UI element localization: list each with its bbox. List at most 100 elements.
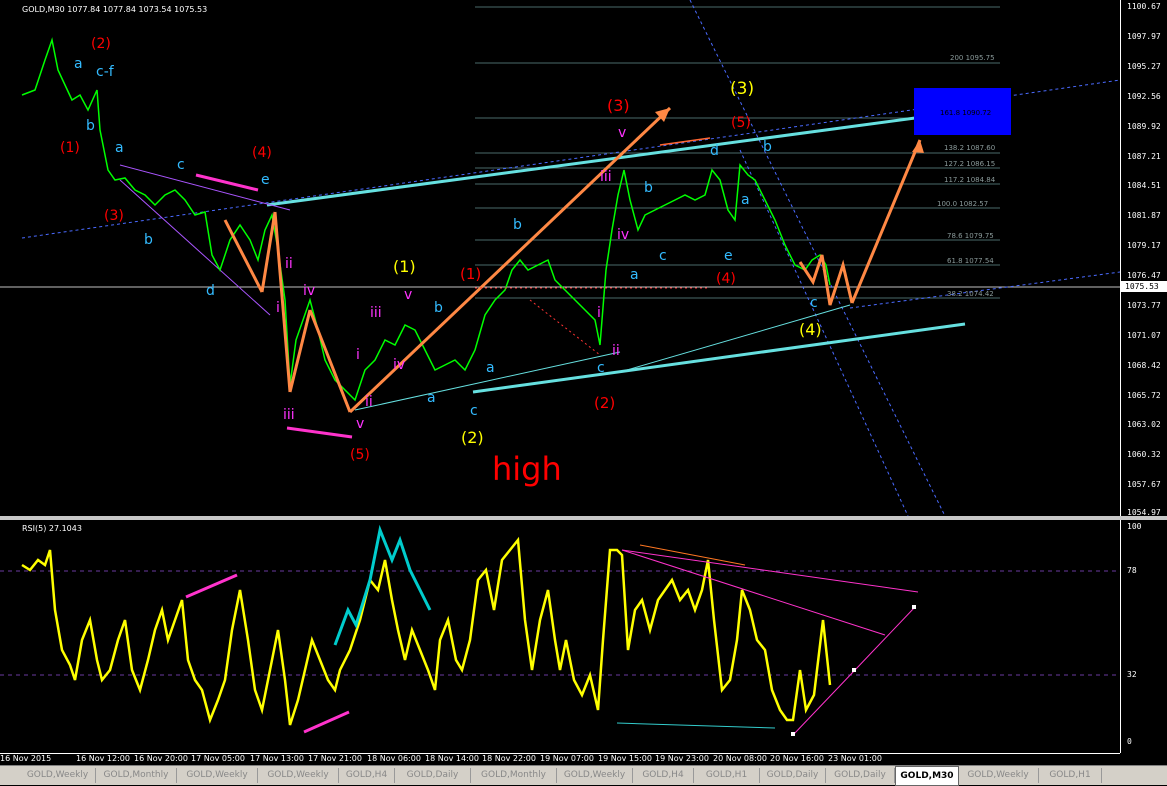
rsi-magenta-marks: [185, 573, 350, 734]
time-tick: 17 Nov 05:00: [191, 754, 245, 763]
wave-label: i: [276, 300, 280, 316]
price-tick: 1087.21: [1127, 152, 1161, 161]
fib-label: 100.0 1082.57: [937, 200, 989, 208]
rsi-trendlines: [621, 549, 919, 736]
chart-tab[interactable]: GOLD,H1: [1039, 768, 1102, 783]
wave-label: (1): [393, 257, 416, 276]
rsi-tick: 100: [1127, 522, 1142, 531]
wave-label: ii: [365, 394, 373, 410]
wave-label: b: [513, 217, 522, 233]
price-tick: 1095.27: [1127, 62, 1161, 71]
fib-label: 117.2 1084.84: [944, 176, 996, 184]
wave-label: v: [618, 125, 627, 141]
price-tick: 1089.92: [1127, 122, 1161, 131]
fib-label: 138.2 1087.60: [944, 144, 996, 152]
wave-label: (4): [252, 145, 272, 161]
chart-tab[interactable]: GOLD,Weekly: [20, 768, 96, 783]
chart-tab[interactable]: GOLD,Weekly: [177, 768, 258, 783]
fib-label: 200 1095.75: [950, 54, 995, 62]
wave-label: a: [427, 390, 436, 406]
wave-label: ii: [612, 343, 620, 359]
time-tick: 19 Nov 15:00: [598, 754, 652, 763]
time-tick: 20 Nov 16:00: [770, 754, 824, 763]
wave-label: i: [356, 347, 360, 363]
time-tick: 19 Nov 23:00: [655, 754, 709, 763]
wave-label: (3): [730, 79, 755, 99]
chart-tab[interactable]: GOLD,H4: [633, 768, 694, 783]
chart-tab[interactable]: GOLD,Weekly: [958, 768, 1039, 783]
price-scale[interactable]: 1100.67 1097.97 1095.27 1092.56 1089.92 …: [1120, 0, 1167, 517]
chart-title: GOLD,M30 1077.84 1077.84 1073.54 1075.53: [22, 5, 208, 14]
wave-label: c-f: [96, 64, 114, 80]
wave-label: (5): [731, 115, 751, 131]
price-tick: 1081.87: [1127, 211, 1161, 220]
price-tick: 1073.77: [1127, 301, 1161, 310]
wave-label: c: [470, 403, 478, 419]
wave-label: a: [486, 360, 495, 376]
wave-label: a: [741, 192, 750, 208]
rsi-cyan-pattern: [333, 524, 432, 646]
rsi-cyan-line: [616, 722, 776, 729]
rsi-panel[interactable]: [0, 520, 1120, 753]
wave-label: a: [630, 267, 639, 283]
price-chart-panel[interactable]: GOLD,M30 1077.84 1077.84 1073.54 1075.53…: [0, 0, 1120, 516]
chart-tab[interactable]: GOLD,H4: [339, 768, 395, 783]
time-tick: 23 Nov 01:00: [828, 754, 882, 763]
wave-label: (3): [104, 208, 124, 224]
time-tick: 18 Nov 14:00: [425, 754, 479, 763]
time-tick: 18 Nov 06:00: [367, 754, 421, 763]
rsi-scale[interactable]: 100 78 32 0: [1120, 520, 1167, 753]
wave-label: (4): [716, 271, 736, 287]
chart-tab[interactable]: GOLD,Monthly: [96, 768, 177, 783]
wave-label: iv: [393, 357, 406, 373]
price-tick: 1097.97: [1127, 32, 1161, 41]
time-tick: 18 Nov 22:00: [482, 754, 536, 763]
wave-label: i: [597, 305, 601, 321]
wave-label: d: [206, 283, 215, 299]
wave-label: (3): [607, 96, 630, 115]
price-tick: 1100.67: [1127, 2, 1161, 11]
high-annotation: high: [492, 450, 562, 488]
wave-label: b: [144, 232, 153, 248]
wave-label: (2): [594, 394, 616, 412]
price-tick: 1092.56: [1127, 92, 1161, 101]
chart-tab[interactable]: GOLD,Weekly: [258, 768, 339, 783]
chart-tab[interactable]: GOLD,Daily: [395, 768, 471, 783]
wave-label: c: [659, 248, 667, 264]
wave-label: c: [810, 295, 818, 311]
price-tick: 1068.42: [1127, 361, 1161, 370]
rsi-canvas[interactable]: [0, 520, 1120, 753]
fib-label: 61.8 1077.54: [947, 257, 994, 265]
wave-label: (2): [461, 428, 484, 447]
wave-label: iv: [303, 283, 316, 299]
fib-label: 161.8 1090.72: [940, 109, 992, 117]
chart-tab[interactable]: GOLD,Daily: [760, 768, 826, 783]
fib-label: 127.2 1086.15: [944, 160, 996, 168]
wave-label: b: [644, 180, 653, 196]
wave-label: (5): [350, 447, 370, 463]
wave-label: d: [710, 143, 719, 159]
price-tick: 1057.67: [1127, 480, 1161, 489]
chart-tab[interactable]: GOLD,Weekly: [557, 768, 633, 783]
price-tick: 1065.72: [1127, 391, 1161, 400]
chart-tab[interactable]: GOLD,H1: [694, 768, 760, 783]
wave-label: b: [86, 118, 95, 134]
chart-tab-active[interactable]: GOLD,M30: [895, 766, 959, 786]
wave-label: v: [404, 287, 413, 303]
wave-label: a: [74, 56, 83, 72]
price-tick: 1084.51: [1127, 181, 1161, 190]
chart-tab[interactable]: GOLD,Daily: [826, 768, 895, 783]
wave-label: iii: [283, 407, 295, 423]
wave-label: b: [763, 139, 772, 155]
rsi-series: [21, 536, 832, 726]
wave-label: (2): [91, 36, 111, 52]
wave-label: (4): [799, 320, 822, 339]
chart-tab-bar: GOLD,Weekly GOLD,Monthly GOLD,Weekly GOL…: [0, 765, 1167, 786]
price-tick: 1060.32: [1127, 450, 1161, 459]
time-tick: 16 Nov 12:00: [76, 754, 130, 763]
time-tick: 16 Nov 2015: [0, 754, 52, 763]
price-tick: 1076.47: [1127, 271, 1161, 280]
chart-tab[interactable]: GOLD,Monthly: [471, 768, 557, 783]
time-tick: 17 Nov 13:00: [250, 754, 304, 763]
wave-label: c: [597, 360, 605, 376]
